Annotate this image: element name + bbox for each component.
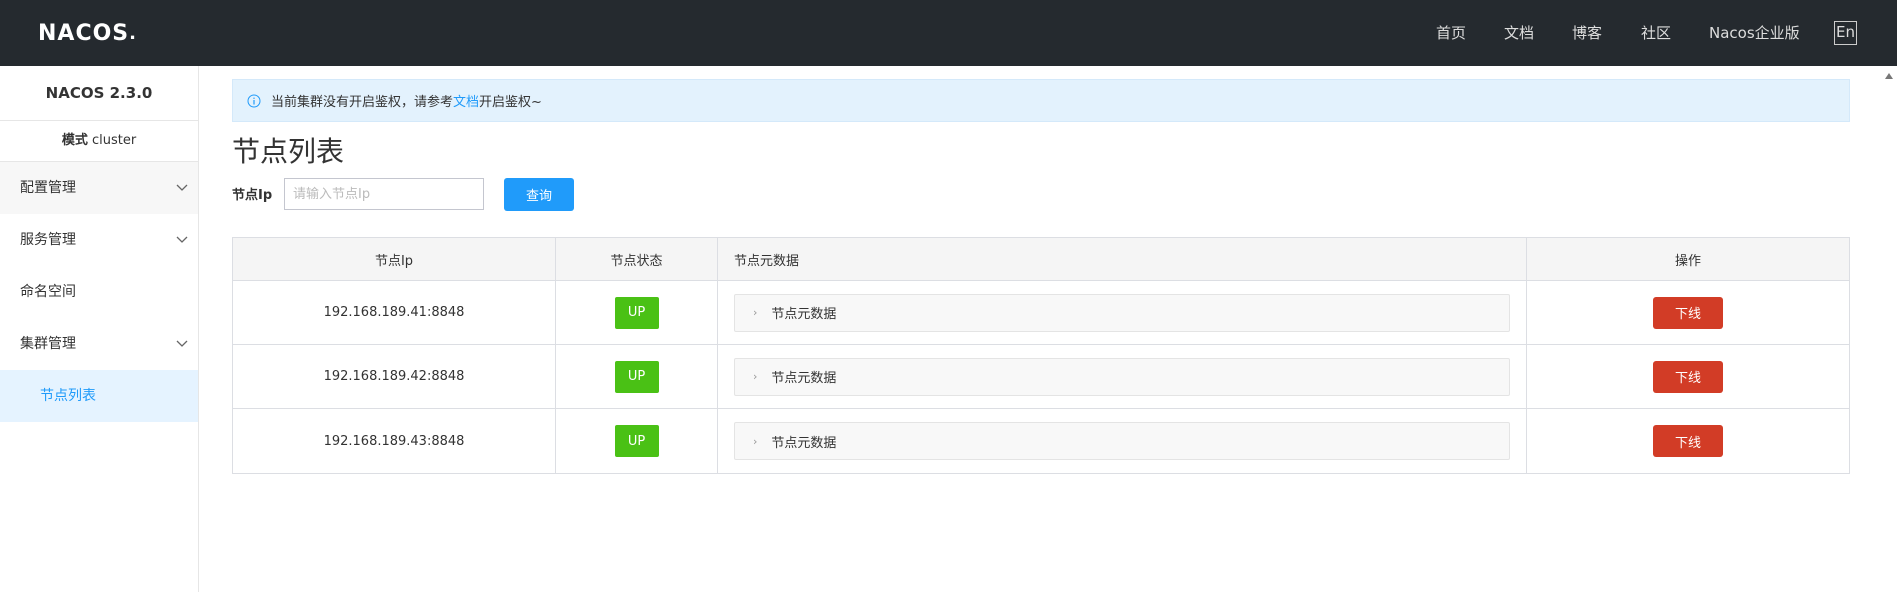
top-header: NACOS. 首页 文档 博客 社区 Nacos企业版 En (0, 0, 1897, 66)
table-header: 节点Ip 节点状态 节点元数据 操作 (233, 238, 1849, 281)
node-metadata-cell: › 节点元数据 (718, 409, 1527, 473)
chevron-down-icon (176, 162, 188, 214)
offline-button[interactable]: 下线 (1653, 425, 1723, 457)
nacos-logo[interactable]: NACOS. (38, 18, 137, 48)
node-status-cell: UP (556, 281, 718, 344)
header-node-ip: 节点Ip (233, 238, 556, 280)
node-ip-cell: 192.168.189.43:8848 (233, 409, 556, 473)
scrollbar-up-arrow-icon[interactable] (1885, 73, 1893, 79)
header-node-status: 节点状态 (556, 238, 718, 280)
table-row: 192.168.189.42:8848 UP › 节点元数据 下线 (233, 345, 1849, 409)
offline-button[interactable]: 下线 (1653, 296, 1723, 329)
nav-docs[interactable]: 文档 (1504, 0, 1534, 66)
sidebar-item-label: 命名空间 (20, 284, 76, 300)
page-title: 节点列表 (232, 135, 345, 168)
node-metadata-cell: › 节点元数据 (718, 345, 1527, 408)
chevron-right-icon: › (753, 370, 758, 383)
metadata-expander[interactable]: › 节点元数据 (734, 293, 1510, 332)
node-status-cell: UP (556, 409, 718, 473)
filter-label: 节点Ip (232, 188, 273, 203)
sidebar-item-cluster[interactable]: 集群管理 (0, 318, 198, 370)
mode-value: cluster (91, 133, 137, 148)
sidebar-item-service[interactable]: 服务管理 (0, 214, 198, 266)
auth-alert-banner: 当前集群没有开启鉴权，请参考 文档 开启鉴权~ (232, 79, 1850, 122)
node-ip-cell: 192.168.189.42:8848 (233, 345, 556, 408)
query-button[interactable]: 查询 (504, 178, 574, 211)
metadata-label: 节点元数据 (771, 435, 837, 451)
node-action-cell: 下线 (1527, 345, 1849, 408)
node-ip-cell: 192.168.189.41:8848 (233, 281, 556, 344)
version-label: NACOS 2.3.0 (0, 66, 198, 121)
header-actions: 操作 (1674, 253, 1701, 269)
chevron-right-icon: › (753, 434, 758, 448)
sidebar-item-label: 节点列表 (40, 388, 96, 404)
sidebar-item-label: 服务管理 (20, 232, 76, 248)
sidebar-item-label: 配置管理 (20, 180, 76, 196)
node-metadata-cell: › 节点元数据 (718, 281, 1527, 344)
node-ip-input[interactable] (284, 178, 484, 210)
info-icon (247, 94, 261, 108)
header-node-metadata: 节点元数据 (718, 238, 1527, 280)
nav-enterprise[interactable]: Nacos企业版 (1709, 0, 1800, 66)
alert-docs-link[interactable]: 文档 (453, 91, 479, 110)
language-switch-button[interactable]: En (1834, 21, 1857, 45)
metadata-label: 节点元数据 (771, 371, 837, 386)
sidebar-item-node-list[interactable]: 节点列表 (0, 370, 198, 422)
nav-community[interactable]: 社区 (1641, 0, 1671, 66)
sidebar-item-label: 集群管理 (20, 336, 76, 352)
mode-indicator: 模式 cluster (0, 121, 198, 162)
offline-button[interactable]: 下线 (1653, 360, 1723, 393)
sidebar-item-config[interactable]: 配置管理 (0, 162, 198, 214)
chevron-right-icon: › (753, 306, 758, 319)
chevron-down-icon (176, 214, 188, 266)
alert-text-after: 开启鉴权~ (479, 95, 542, 110)
metadata-expander[interactable]: › 节点元数据 (734, 357, 1510, 396)
chevron-down-icon (176, 318, 188, 370)
node-action-cell: 下线 (1527, 281, 1849, 344)
table-row: 192.168.189.43:8848 UP › 节点元数据 下线 (233, 409, 1849, 473)
alert-text-before: 当前集群没有开启鉴权，请参考 (271, 95, 454, 110)
sidebar: NACOS 2.3.0 模式 cluster 配置管理 服务管理 命名空间 集群… (0, 66, 199, 592)
status-badge: UP (614, 425, 659, 457)
nav-blog[interactable]: 博客 (1572, 0, 1602, 66)
node-table: 节点Ip 节点状态 节点元数据 操作 192.168.189.41:8848 U… (232, 237, 1850, 474)
mode-label: 模式 (61, 133, 88, 148)
sidebar-item-namespace[interactable]: 命名空间 (0, 266, 198, 318)
status-badge: UP (614, 360, 659, 393)
metadata-label: 节点元数据 (771, 307, 837, 322)
status-badge: UP (614, 296, 659, 329)
table-row: 192.168.189.41:8848 UP › 节点元数据 下线 (233, 281, 1849, 345)
logo-text: NACOS (38, 20, 130, 46)
nav-home[interactable]: 首页 (1436, 0, 1466, 66)
metadata-expander[interactable]: › 节点元数据 (734, 422, 1510, 460)
node-status-cell: UP (556, 345, 718, 408)
node-action-cell: 下线 (1527, 409, 1849, 473)
logo-dot: . (129, 22, 137, 44)
